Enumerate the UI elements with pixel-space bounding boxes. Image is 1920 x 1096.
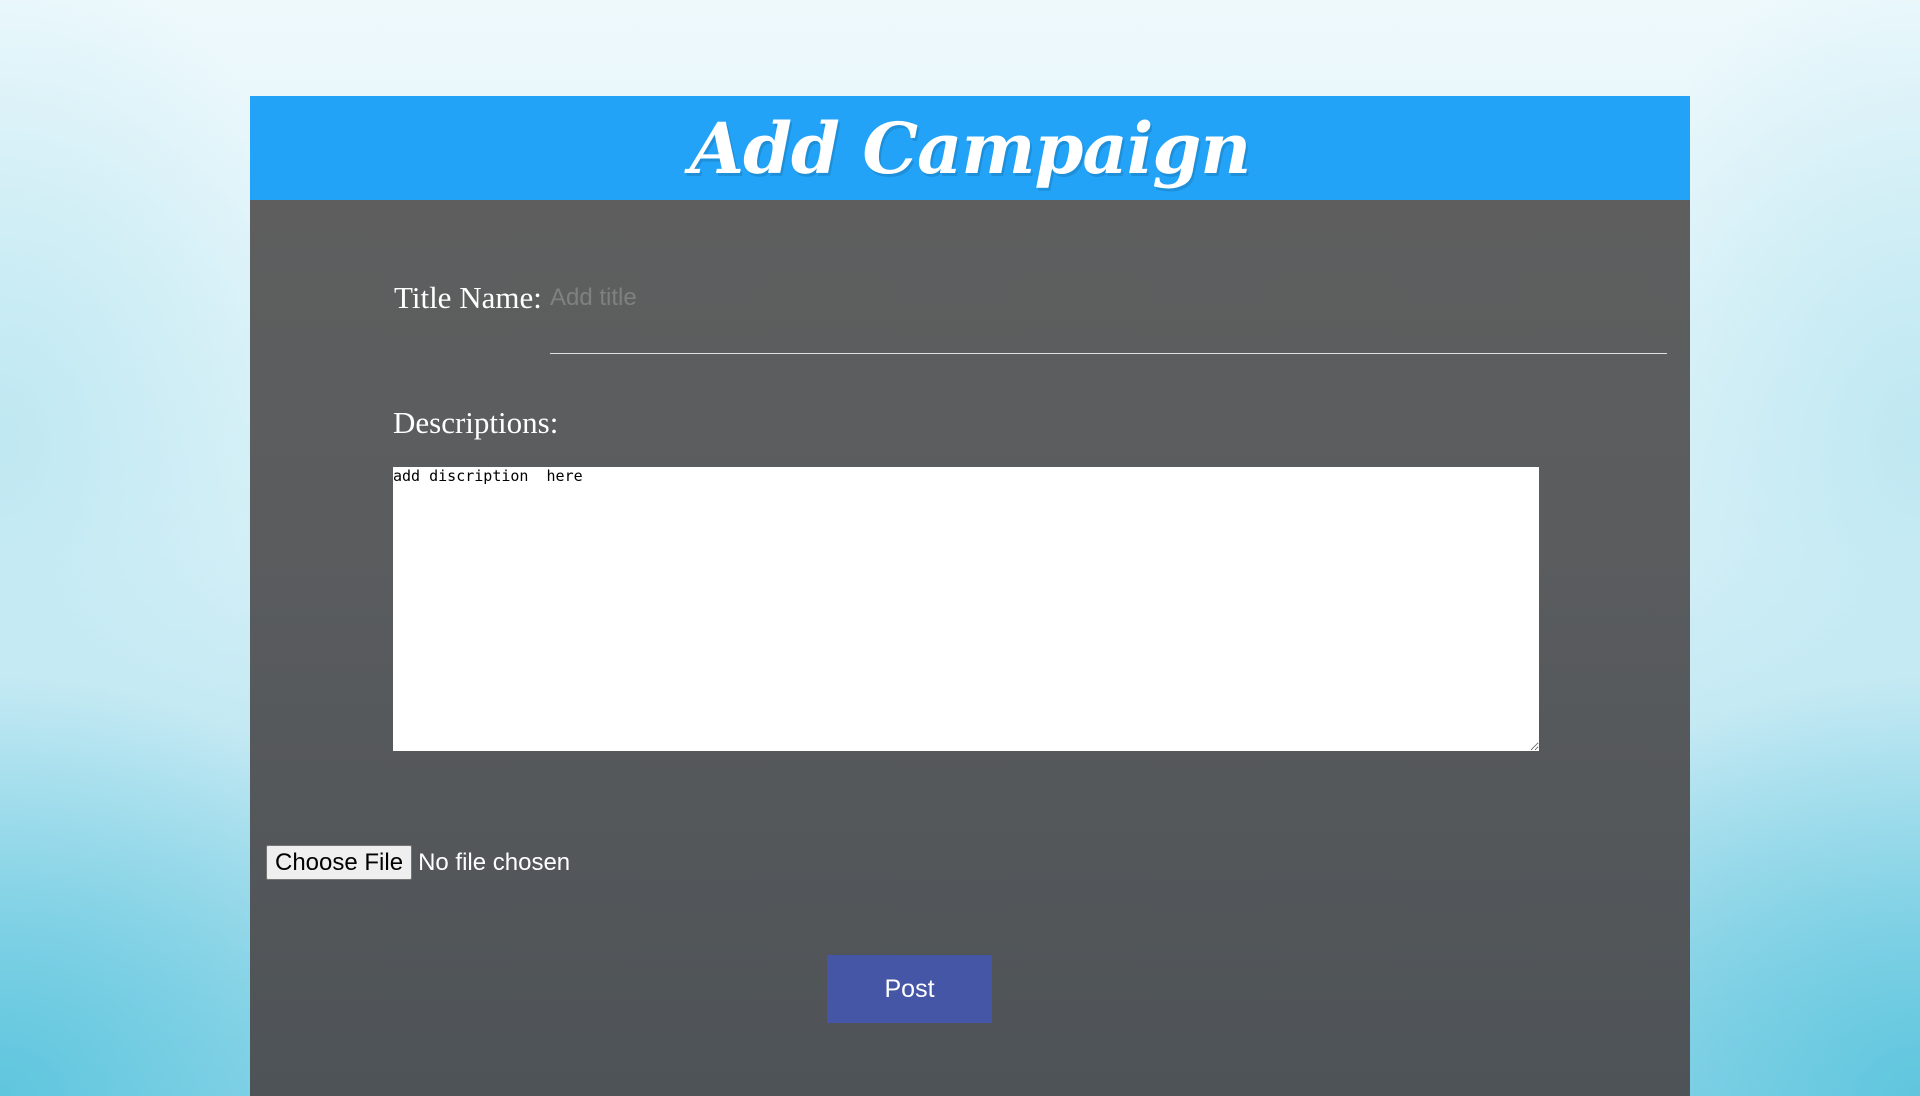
title-input[interactable] [550,278,1350,318]
description-textarea[interactable]: add discription here [393,467,1539,751]
descriptions-label: Descriptions: [393,405,559,440]
campaign-form-panel: Add Campaign Title Name: Descriptions: a… [250,96,1690,1096]
title-input-underline [550,353,1667,354]
post-button[interactable]: Post [827,955,992,1023]
title-name-label: Title Name: [394,280,542,315]
choose-file-button[interactable]: Choose File [266,845,413,880]
header-banner: Add Campaign [250,96,1690,200]
file-status-text: No file chosen [418,848,571,876]
file-upload: Choose File No file chosen [266,845,570,880]
page-title: Add Campaign [689,106,1251,190]
